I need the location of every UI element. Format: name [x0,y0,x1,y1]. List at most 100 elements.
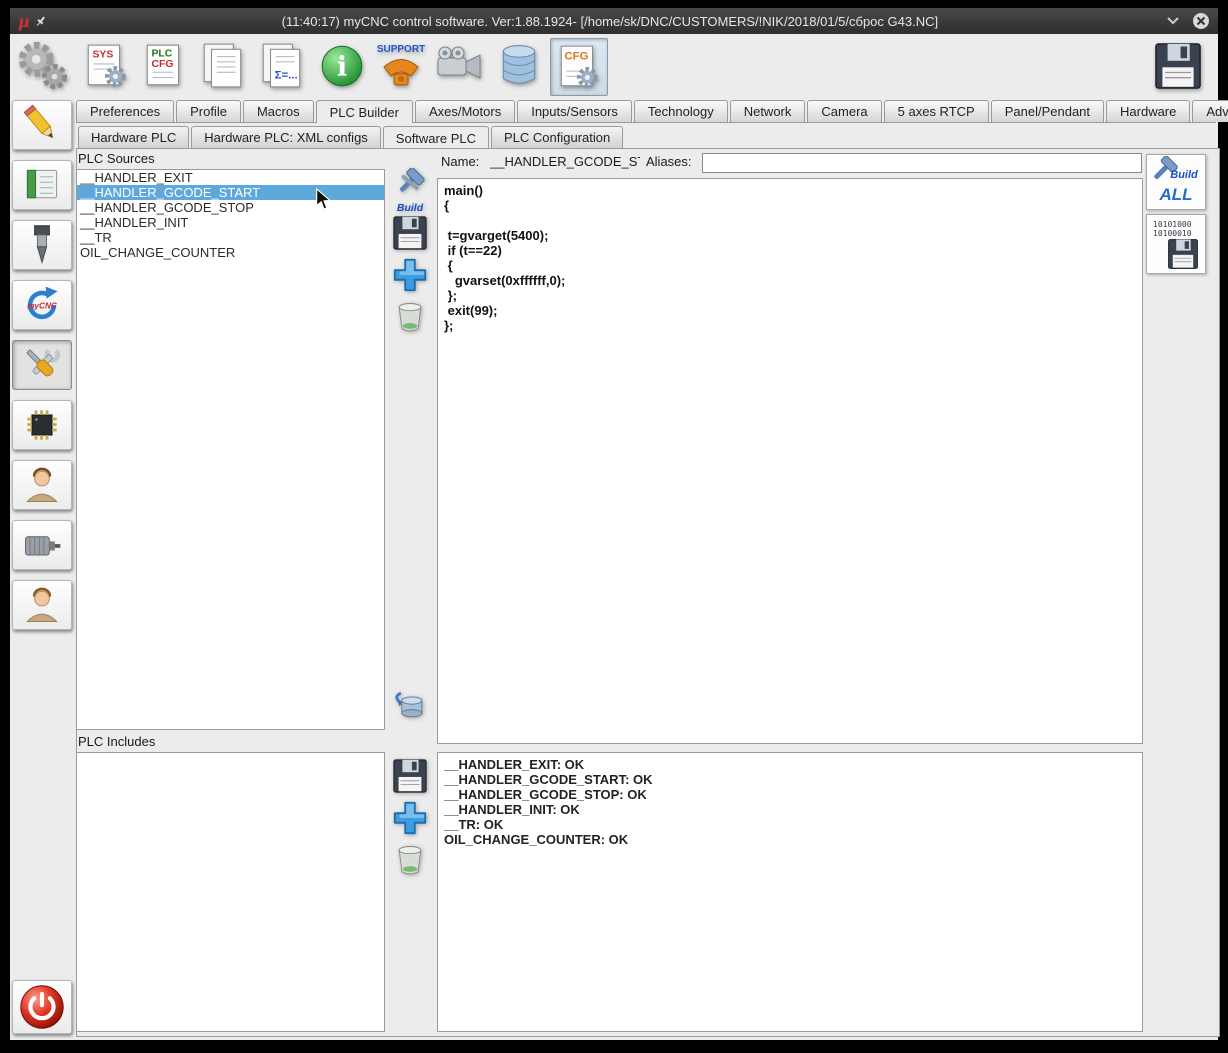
list-item[interactable]: __HANDLER_INIT [77,215,384,230]
mycnc-label: myCNC [27,302,58,311]
tab-plc-builder[interactable]: PLC Builder [315,100,413,123]
plc-includes-list[interactable] [76,752,385,1032]
floppy-icon [393,216,427,250]
add-source-button[interactable] [389,253,431,297]
sidebar-user-button[interactable] [12,460,72,510]
subtab-hardware-plc-xml[interactable]: Hardware PLC: XML configs [191,126,381,148]
tab-technology[interactable]: Technology [633,100,728,122]
main-tab-bar: Preferences Profile Macros PLC Builder A… [76,100,1228,123]
tab-axes-motors[interactable]: Axes/Motors [414,100,516,122]
name-value: __HANDLER_GCODE_START [490,154,640,169]
subtab-plc-configuration[interactable]: PLC Configuration [491,126,624,148]
delete-source-button[interactable] [389,295,431,339]
sidebar-operator-button[interactable] [12,580,72,630]
shade-button[interactable] [1162,10,1184,32]
plc-code-editor[interactable]: main() { t=gvarget(5400); if (t==22) { g… [437,178,1143,744]
sidebar-log-button[interactable] [12,160,72,210]
app-icon: μ [18,11,30,31]
settings-gears-icon[interactable] [14,38,70,94]
tab-inputs-sensors[interactable]: Inputs/Sensors [517,100,632,122]
user-icon [26,587,58,622]
plc-sources-label: PLC Sources [78,151,155,166]
binary-floppy-icon: 10101000 10100010 [1153,220,1198,269]
binary-line-1: 10101000 [1153,220,1192,229]
save-include-button[interactable] [389,754,431,798]
support-label: SUPPORT [377,44,425,55]
build-button[interactable]: Build [389,168,431,214]
sidebar-mycnc-button[interactable]: myCNC [12,280,72,330]
book-icon [26,169,58,199]
sys-label: SYS [92,50,113,61]
sidebar-hardware-button[interactable] [12,400,72,450]
main-window: μ (11:40:17) myCNC control software. Ver… [10,8,1228,1040]
mycnc-refresh-icon: myCNC [27,286,58,320]
aliases-label: Aliases: [646,154,692,169]
power-icon [20,985,64,1029]
bucket-icon [398,846,422,875]
plc-label: PLC [151,49,172,60]
motor-icon [25,536,61,556]
import-plc-button[interactable] [389,684,431,728]
cfg-label: CFG [564,51,588,63]
save-profile-icon[interactable] [1150,38,1206,94]
database-icon[interactable] [491,38,547,94]
build-log[interactable]: __HANDLER_EXIT: OK __HANDLER_GCODE_START… [437,752,1143,1032]
subtab-software-plc[interactable]: Software PLC [382,126,489,149]
cfg-icon[interactable]: CFG [550,38,608,96]
plc-builder-subtabs: Hardware PLC Hardware PLC: XML configs S… [78,126,625,149]
build-log-text: __HANDLER_EXIT: OK __HANDLER_GCODE_START… [444,757,653,847]
list-item[interactable]: __TR [77,230,384,245]
tab-profile[interactable]: Profile [176,100,241,122]
plc-cfg-icon[interactable]: PLC CFG [137,38,193,94]
binary-line-2: 10100010 [1153,229,1192,238]
barrel-hook-icon [395,691,423,718]
sidebar-settings-button[interactable] [12,340,72,390]
sigma-label: Σ=... [275,70,298,82]
aliases-input[interactable] [702,153,1142,173]
build-all-button[interactable]: Build ALL [1146,154,1206,210]
plus-icon [393,258,427,292]
camera-icon[interactable] [432,38,488,94]
tab-panel-pendant[interactable]: Panel/Pendant [990,100,1105,122]
documents-icon[interactable] [196,38,252,94]
tab-preferences[interactable]: Preferences [76,100,175,122]
user-icon [26,467,58,502]
tab-network[interactable]: Network [729,100,806,122]
list-item[interactable]: OIL_CHANGE_COUNTER [77,245,384,260]
tab-macros[interactable]: Macros [242,100,314,122]
sidebar-edit-button[interactable] [12,100,72,150]
delete-include-button[interactable] [389,838,431,882]
list-item-selected[interactable]: __HANDLER_GCODE_START [77,185,384,200]
build-all-icon: Build ALL [1154,156,1198,204]
plc-sources-list[interactable]: __HANDLER_EXIT __HANDLER_GCODE_START __H… [76,169,385,730]
add-include-button[interactable] [389,796,431,840]
sidebar-tool-button[interactable] [12,220,72,270]
tab-camera[interactable]: Camera [807,100,882,122]
list-item[interactable]: __HANDLER_GCODE_STOP [77,200,384,215]
name-label: Name: [441,154,480,169]
save-source-button[interactable] [389,211,431,255]
save-binary-button[interactable]: 10101000 10100010 [1146,214,1206,274]
support-icon[interactable]: SUPPORT [373,38,429,94]
macro-wizard-icon[interactable]: Σ=... [255,38,311,94]
sidebar-motor-button[interactable] [12,520,72,570]
pencil-icon [23,104,54,139]
bucket-icon [398,303,422,332]
info-icon[interactable]: i [314,38,370,94]
subtab-hardware-plc[interactable]: Hardware PLC [78,126,190,148]
window-title: (11:40:17) myCNC control software. Ver:1… [281,13,939,29]
tab-advanced[interactable]: Advanced [1192,100,1228,122]
build-hammer-icon: Build [397,168,425,214]
sys-settings-icon[interactable]: SYS [78,38,134,94]
power-button[interactable] [12,980,72,1034]
info-glyph: i [337,51,347,82]
pin-icon[interactable] [30,10,52,32]
plc-includes-label: PLC Includes [78,734,156,749]
titlebar: μ (11:40:17) myCNC control software. Ver… [10,8,1218,34]
plc-code: main() { t=gvarget(5400); if (t==22) { g… [444,183,566,333]
list-item[interactable]: __HANDLER_EXIT [77,170,384,185]
tab-hardware[interactable]: Hardware [1106,100,1191,122]
close-button[interactable] [1190,10,1212,32]
tab-5-axes-rtcp[interactable]: 5 axes RTCP [883,100,989,122]
mill-tool-icon [34,225,50,265]
